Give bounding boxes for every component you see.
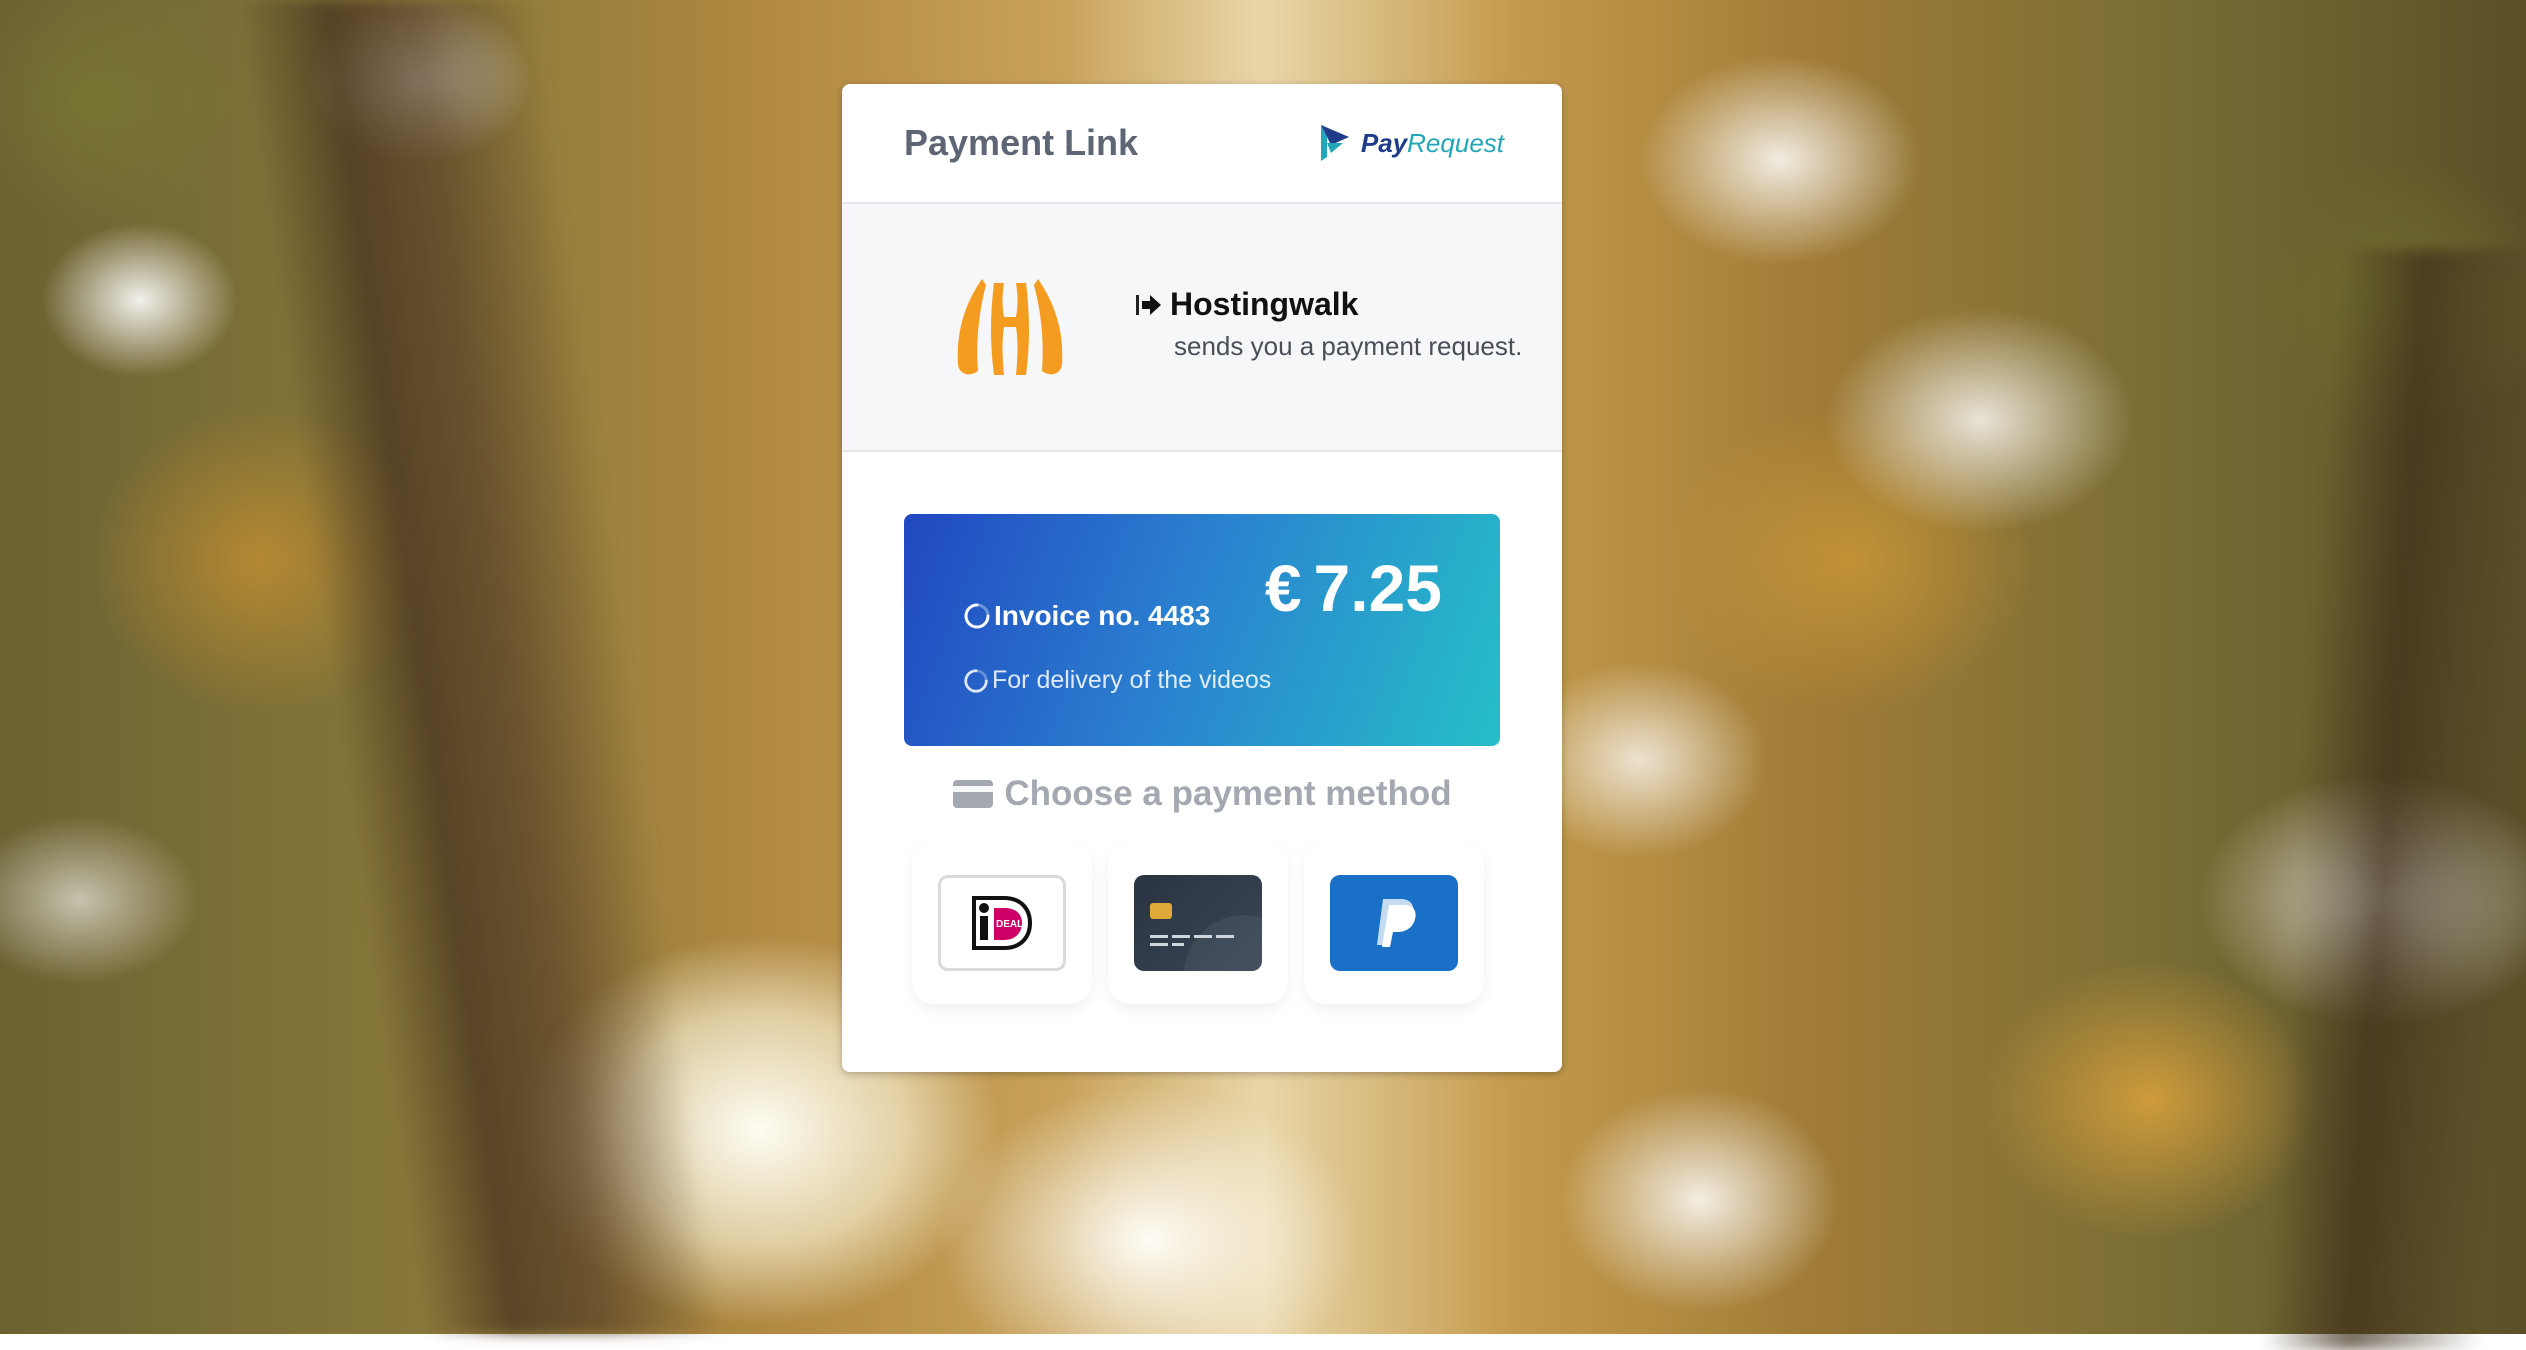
payment-method-ideal[interactable]: DEAL [912, 842, 1092, 1004]
amount-value: 7.25 [1313, 551, 1442, 625]
merchant-subtitle: sends you a payment request. [1174, 331, 1523, 361]
brand-request: Request [1407, 127, 1504, 158]
invoice-amount: € 7.25 [1265, 550, 1442, 626]
merchant-section: Hostingwalk sends you a payment request. [842, 204, 1562, 452]
ideal-tile: DEAL [938, 875, 1066, 971]
payment-method-credit-card[interactable] [1108, 842, 1288, 1004]
svg-text:DEAL: DEAL [996, 919, 1023, 930]
page-title: Payment Link [904, 122, 1139, 163]
tree-trunk [2261, 250, 2526, 1350]
sign-in-arrow-icon [1136, 294, 1161, 315]
payment-methods: DEAL [912, 842, 1484, 1004]
payment-method-heading-text: Choose a payment method [1004, 774, 1452, 813]
credit-card-icon [953, 780, 994, 808]
invoice-number: Invoice no. 4483 [994, 600, 1211, 631]
invoice-description-row: For delivery of the videos [962, 666, 1271, 695]
merchant-info: Hostingwalk sends you a payment request. [1134, 286, 1522, 362]
merchant-name: Hostingwalk [1170, 286, 1359, 322]
payment-card: Payment Link Pay Request Hostingwalk sen… [842, 84, 1562, 1072]
payrequest-logo[interactable]: Pay Request [1317, 123, 1504, 163]
invoice-summary: € 7.25 Invoice no. 4483 For delivery of … [904, 514, 1500, 746]
card-header: Payment Link Pay Request [842, 84, 1562, 204]
currency-symbol: € [1264, 551, 1302, 625]
payment-method-paypal[interactable] [1304, 842, 1484, 1004]
merchant-name-row: Hostingwalk [1134, 286, 1522, 323]
merchant-logo-icon [957, 279, 1063, 375]
ideal-icon: DEAL [972, 896, 1033, 950]
invoice-number-row: Invoice no. 4483 [962, 600, 1210, 632]
payrequest-mark-icon [1320, 125, 1349, 161]
paypal-icon [1377, 899, 1416, 947]
credit-card-icon [1150, 903, 1262, 971]
credit-card-tile [1134, 875, 1262, 971]
spinner-icon [964, 668, 988, 693]
invoice-description: For delivery of the videos [992, 666, 1272, 694]
brand-pay: Pay [1360, 127, 1408, 158]
brand-wordmark: Pay Request [1361, 128, 1504, 159]
payment-method-heading: Choose a payment method [842, 774, 1562, 814]
spinner-icon [964, 603, 990, 629]
tree-trunk [236, 0, 724, 1334]
paypal-tile [1330, 875, 1458, 971]
